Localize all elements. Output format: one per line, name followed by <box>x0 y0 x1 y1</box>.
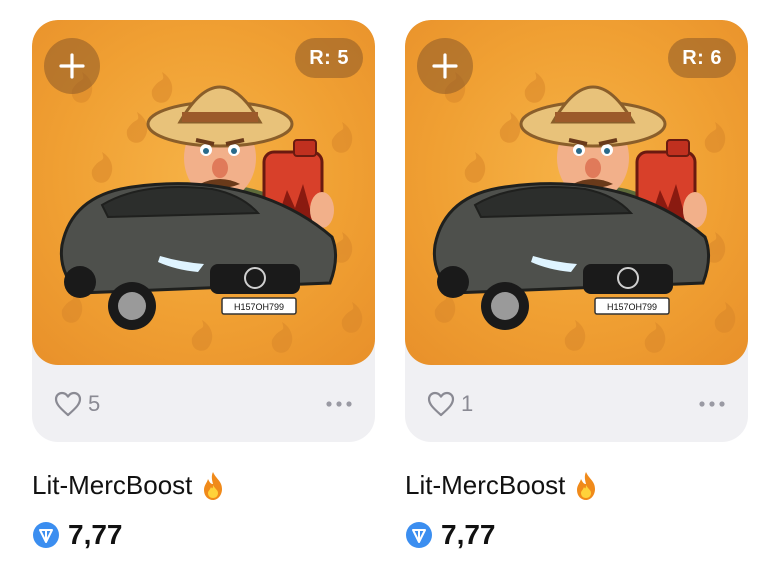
price-row: 7,77 <box>405 519 748 551</box>
license-plate-text: H157OH799 <box>607 302 657 312</box>
like-button[interactable]: 5 <box>54 391 100 417</box>
nft-artwork[interactable]: H157OH799 R: 5 <box>32 20 375 365</box>
license-plate-text: H157OH799 <box>234 302 284 312</box>
rank-badge: R: 5 <box>295 38 363 78</box>
nft-title-row[interactable]: Lit-MercBoost <box>405 470 748 501</box>
ton-icon <box>406 522 432 548</box>
nft-title-row[interactable]: Lit-MercBoost <box>32 470 375 501</box>
likes-count: 5 <box>88 390 101 416</box>
nft-card[interactable]: H157OH799 R: 5 5 Lit-MercBoost 7,77 <box>32 20 375 551</box>
card-tile[interactable]: H157OH799 R: 6 1 <box>405 20 748 442</box>
card-footer: 1 <box>405 365 748 442</box>
nft-card[interactable]: H157OH799 R: 6 1 Lit-MercBoost 7,77 <box>405 20 748 551</box>
rank-badge: R: 6 <box>668 38 736 78</box>
nft-grid: H157OH799 R: 5 5 Lit-MercBoost 7,77 H157… <box>0 0 777 580</box>
add-button[interactable] <box>417 38 473 94</box>
more-options-button[interactable] <box>698 400 726 408</box>
more-options-button[interactable] <box>325 400 353 408</box>
fire-icon <box>577 471 596 500</box>
like-button[interactable]: 1 <box>427 391 473 417</box>
more-dots-icon <box>699 400 725 407</box>
heart-outline-icon <box>427 391 455 416</box>
plus-icon <box>432 53 458 79</box>
card-footer: 5 <box>32 365 375 442</box>
price-row: 7,77 <box>32 519 375 551</box>
likes-count: 1 <box>461 390 474 416</box>
nft-title: Lit-MercBoost <box>405 470 566 500</box>
plus-icon <box>59 53 85 79</box>
nft-artwork[interactable]: H157OH799 R: 6 <box>405 20 748 365</box>
heart-outline-icon <box>54 391 82 416</box>
price-value: 7,77 <box>441 519 496 550</box>
nft-title: Lit-MercBoost <box>32 470 193 500</box>
add-button[interactable] <box>44 38 100 94</box>
fire-icon <box>204 471 223 500</box>
card-tile[interactable]: H157OH799 R: 5 5 <box>32 20 375 442</box>
more-dots-icon <box>326 400 352 407</box>
ton-icon <box>33 522 59 548</box>
price-value: 7,77 <box>68 519 123 550</box>
